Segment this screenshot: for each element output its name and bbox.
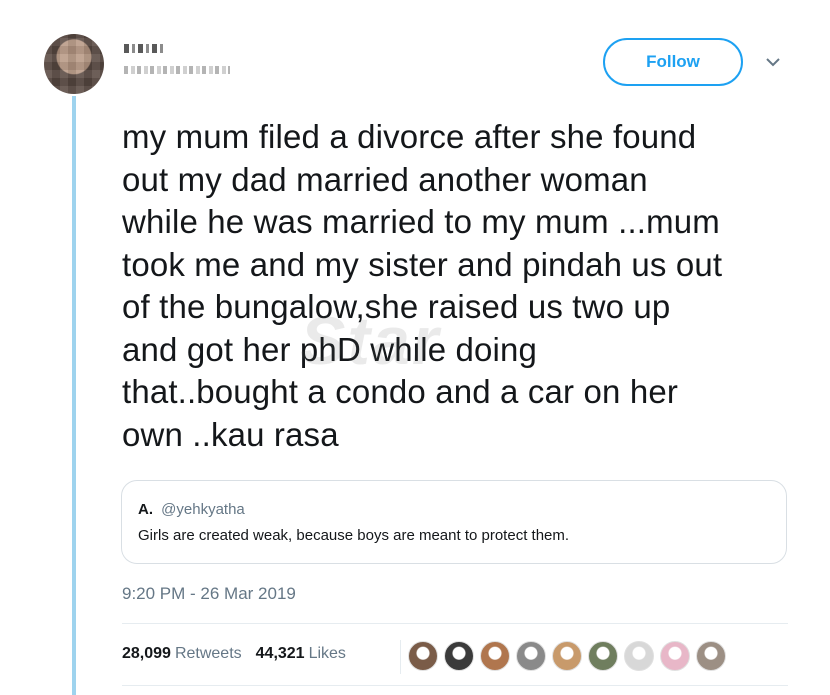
stats-separator	[400, 640, 401, 674]
quoted-tweet-header: A. @yehkyatha	[138, 501, 245, 518]
quoted-tweet[interactable]: A. @yehkyatha Girls are created weak, be…	[121, 480, 787, 564]
thread-line	[72, 96, 76, 695]
tweet-text: my mum filed a divorce after she found o…	[122, 118, 723, 453]
liker-avatars	[408, 641, 726, 671]
liker-avatar[interactable]	[588, 641, 618, 671]
liker-avatar[interactable]	[660, 641, 690, 671]
retweets-count: 28,099	[122, 645, 171, 662]
divider	[122, 685, 788, 686]
liker-avatar[interactable]	[696, 641, 726, 671]
chevron-down-icon[interactable]	[762, 52, 784, 72]
liker-avatar[interactable]	[444, 641, 474, 671]
blurred-handle[interactable]	[124, 66, 230, 74]
liker-avatar[interactable]	[480, 641, 510, 671]
liker-avatar[interactable]	[408, 641, 438, 671]
quoted-author-name: A.	[138, 501, 153, 518]
follow-button[interactable]: Follow	[603, 38, 743, 86]
liker-avatar[interactable]	[624, 641, 654, 671]
quoted-tweet-text: Girls are created weak, because boys are…	[138, 527, 570, 544]
liker-avatar[interactable]	[552, 641, 582, 671]
blurred-display-name[interactable]	[124, 44, 166, 53]
likes-count: 44,321	[255, 645, 305, 662]
follow-button-label: Follow	[646, 52, 700, 71]
quoted-author-handle: @yehkyatha	[161, 501, 245, 518]
likes-stat[interactable]: 44,321 Likes	[256, 645, 346, 663]
divider	[122, 623, 788, 624]
avatar[interactable]	[44, 34, 104, 94]
retweets-stat[interactable]: 28,099 Retweets	[122, 645, 242, 663]
watermark-logo: Star	[300, 303, 441, 379]
tweet-timestamp[interactable]: 9:20 PM - 26 Mar 2019	[122, 584, 296, 604]
liker-avatar[interactable]	[516, 641, 546, 671]
retweets-label: Retweets	[174, 645, 242, 662]
likes-label: Likes	[308, 645, 346, 662]
tweet-stats: 28,099 Retweets 44,321 Likes	[122, 645, 346, 663]
